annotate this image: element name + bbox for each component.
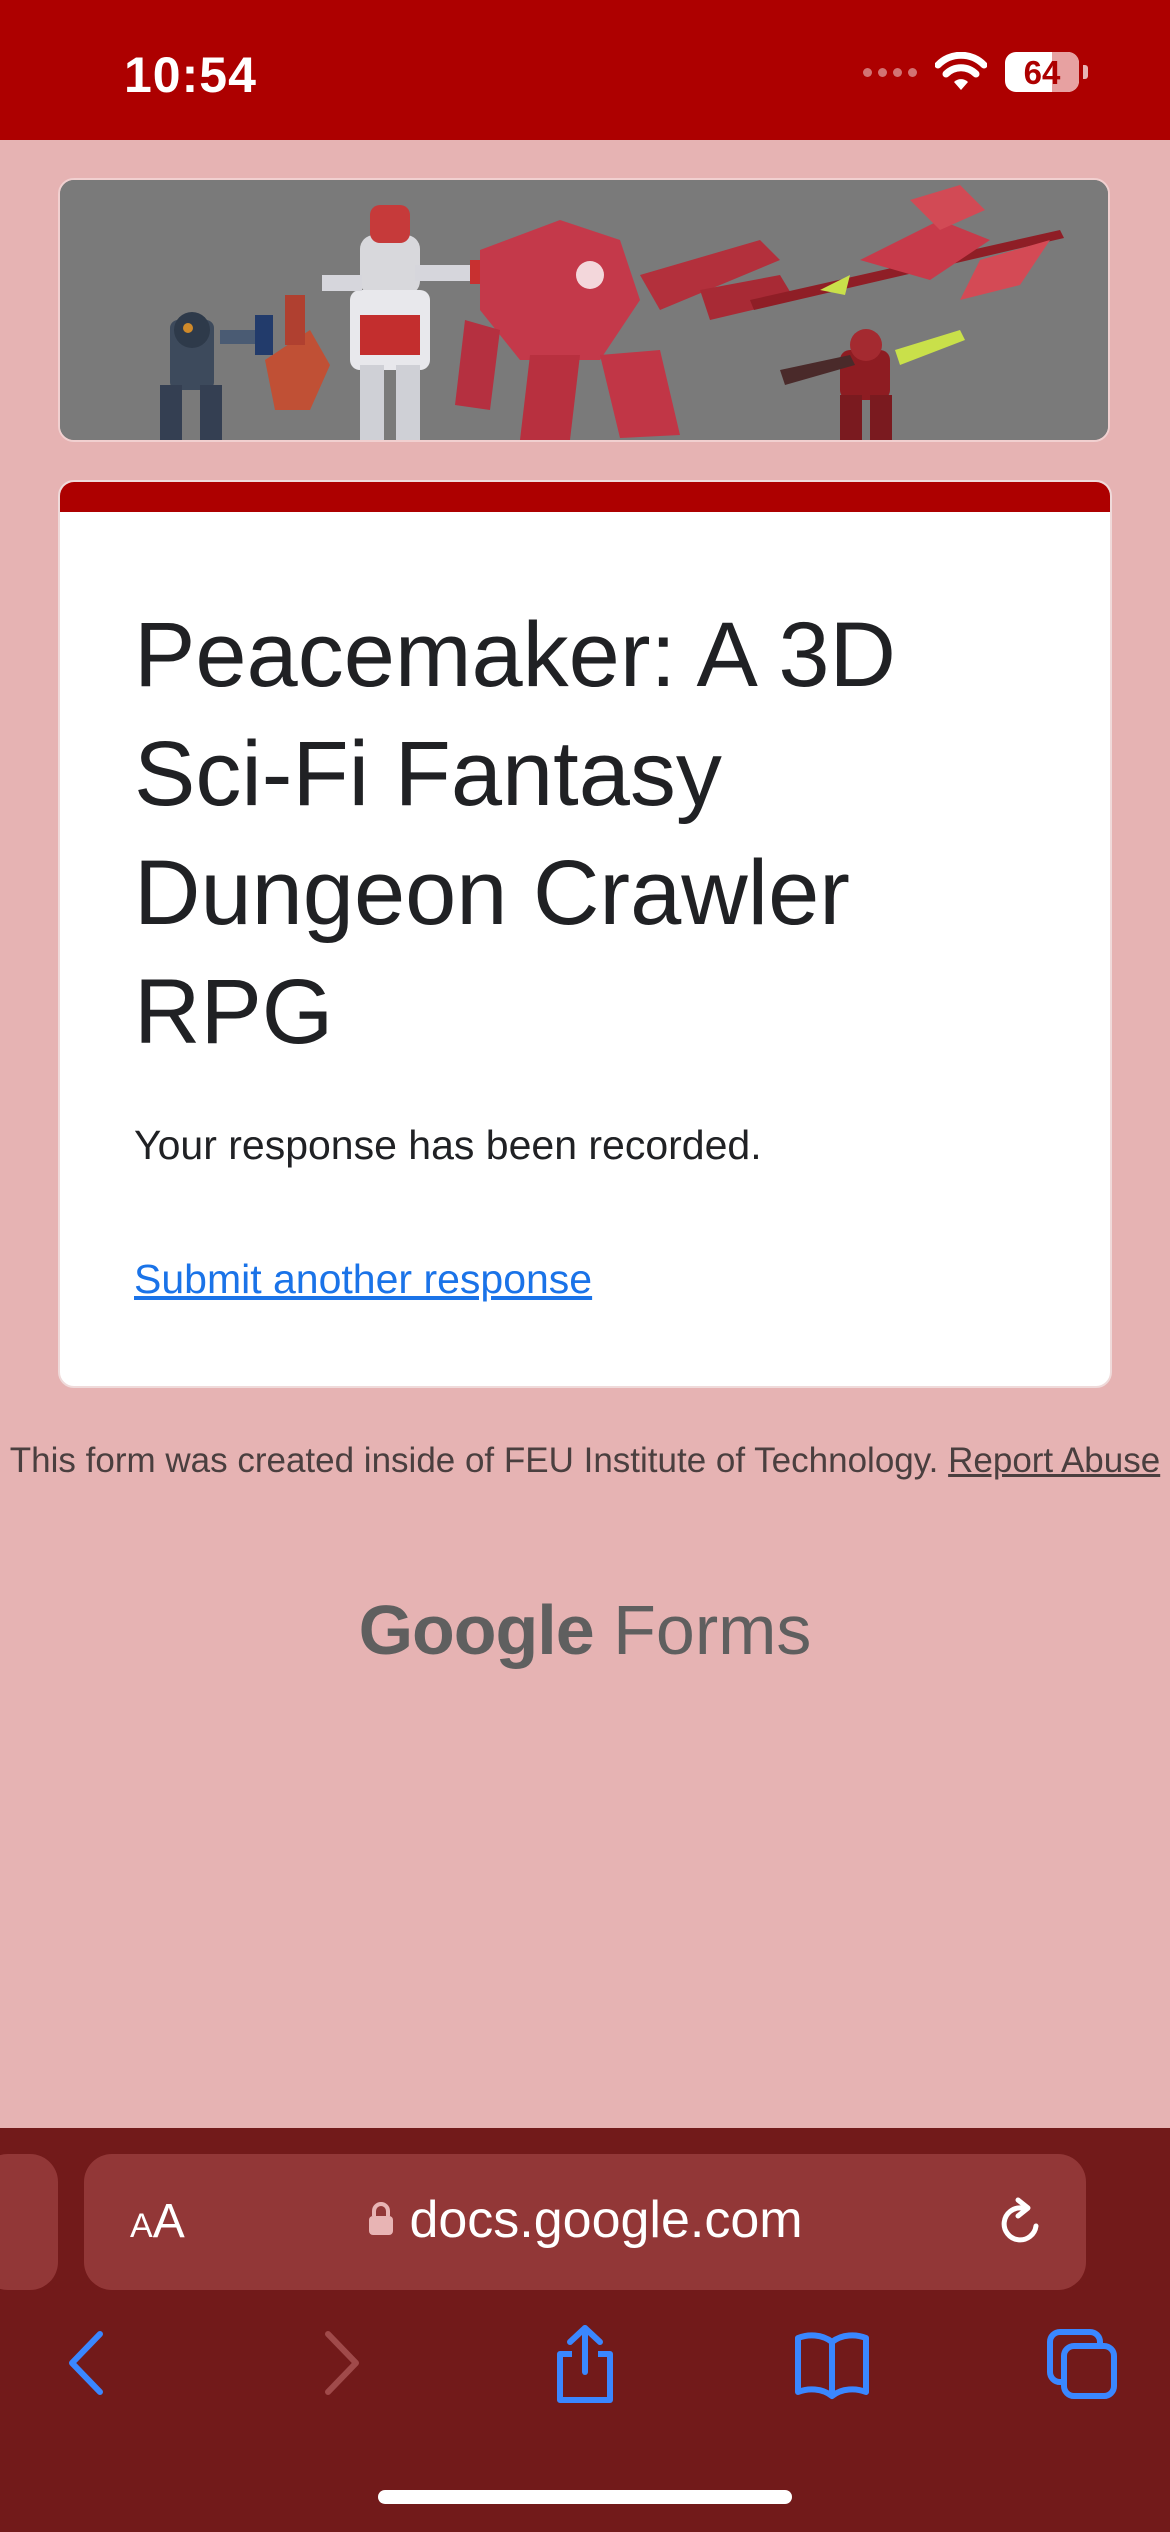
form-title: Peacemaker: A 3D Sci-Fi Fantasy Dungeon … (134, 604, 896, 1063)
back-icon[interactable] (60, 2320, 116, 2406)
robot-characters-illustration (60, 180, 1108, 440)
url-text: docs.google.com (409, 2191, 803, 2249)
report-abuse-link[interactable]: Report Abuse (948, 1441, 1160, 1480)
bookmarks-icon[interactable] (792, 2320, 872, 2406)
battery-level: 64 (1023, 54, 1061, 91)
previous-tab-preview[interactable] (0, 2154, 58, 2290)
logo-google-text: Google (358, 1591, 595, 1669)
logo-forms-text: Forms (613, 1591, 812, 1669)
confirmation-message: Your response has been recorded. (134, 1122, 762, 1168)
form-response-card: Peacemaker: A 3D Sci-Fi Fantasy Dungeon … (58, 480, 1112, 1388)
cellular-signal-icon (863, 67, 917, 77)
card-accent-bar (60, 482, 1110, 512)
tabs-icon[interactable] (1044, 2320, 1120, 2406)
share-icon[interactable] (550, 2320, 620, 2406)
forward-icon[interactable] (312, 2320, 368, 2406)
battery-icon: 64 (1005, 52, 1079, 92)
url-display[interactable]: docs.google.com (84, 2190, 1086, 2250)
google-forms-logo[interactable]: Google Forms (0, 1590, 1170, 1670)
wifi-icon (935, 52, 987, 90)
created-inside-text: This form was created inside of FEU Inst… (9, 1441, 939, 1480)
form-header-image (58, 178, 1110, 442)
battery-tip (1083, 65, 1088, 79)
footer-disclaimer: This form was created inside of FEU Inst… (0, 1438, 1170, 1484)
status-icons: 64 (863, 52, 1088, 92)
status-bar: 10:54 64 (0, 0, 1170, 140)
status-time: 10:54 (124, 47, 257, 103)
address-bar[interactable]: AA docs.google.com (84, 2154, 1086, 2290)
lock-icon (369, 2202, 394, 2236)
reload-icon[interactable] (992, 2192, 1048, 2252)
submit-another-response-link[interactable]: Submit another response (134, 1256, 592, 1303)
home-indicator[interactable] (378, 2490, 792, 2504)
